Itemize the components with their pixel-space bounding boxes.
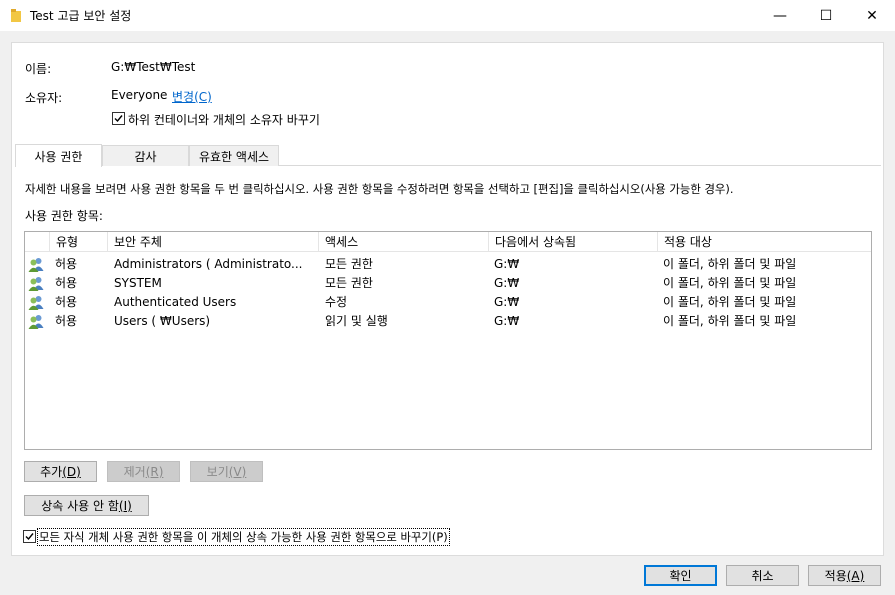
permission-entries-list[interactable]: 유형 보안 주체 액세스 다음에서 상속됨 적용 대상 허용 Administr…	[24, 231, 872, 450]
view-button-label: 보기	[206, 465, 229, 479]
disable-inheritance-label: 상속 사용 안 함	[41, 499, 119, 513]
type-cell: 허용	[55, 276, 78, 290]
replace-owner-label[interactable]: 하위 컨테이너와 개체의 소유자 바꾸기	[128, 111, 320, 128]
tab-effective-access[interactable]: 유효한 액세스	[189, 145, 279, 166]
applies-cell: 이 폴더, 하위 폴더 및 파일	[663, 257, 797, 271]
inherited-cell: G:₩	[494, 314, 520, 328]
minimize-icon: —	[773, 7, 787, 24]
ok-button-label: 확인	[669, 569, 692, 583]
maximize-icon: ☐	[819, 7, 833, 24]
principal-cell: Administrators ( Administrato...	[114, 257, 303, 271]
access-cell: 모든 권한	[325, 276, 373, 290]
principal-cell: Users ( ₩Users)	[114, 314, 211, 328]
principal-cell: SYSTEM	[114, 276, 162, 290]
replace-owner-checkbox[interactable]	[112, 112, 125, 125]
tab-label: 유효한 액세스	[198, 149, 270, 164]
minimize-button[interactable]: —	[757, 0, 803, 31]
add-button-label: 추가	[40, 465, 63, 479]
access-cell: 모든 권한	[325, 257, 373, 271]
owner-change-link[interactable]: 변경(C)	[172, 88, 212, 105]
applies-cell: 이 폴더, 하위 폴더 및 파일	[663, 314, 797, 328]
add-button[interactable]: 추가 (D)	[24, 461, 97, 482]
maximize-button[interactable]: ☐	[803, 0, 849, 31]
tab-label: 사용 권한	[34, 149, 83, 164]
apply-button[interactable]: 적용 (A)	[808, 565, 881, 586]
access-cell: 수정	[325, 295, 348, 309]
users-icon	[28, 277, 44, 291]
disable-inheritance-key: (I)	[118, 498, 132, 513]
name-label: 이름:	[25, 62, 52, 76]
users-icon	[28, 296, 44, 310]
apply-button-key: (A)	[846, 568, 865, 583]
column-header-principal[interactable]: 보안 주체	[107, 232, 318, 252]
checkmark-icon	[114, 115, 123, 123]
column-header-inherited-from[interactable]: 다음에서 상속됨	[488, 232, 657, 252]
replace-child-permissions-checkbox[interactable]	[23, 530, 36, 543]
name-value: G:₩Test₩Test	[111, 60, 196, 74]
close-icon: ✕	[866, 7, 878, 24]
remove-button[interactable]: 제거 (R)	[107, 461, 180, 482]
users-icon	[28, 315, 44, 329]
column-header-applies-to[interactable]: 적용 대상	[657, 232, 871, 252]
instructions-text: 자세한 내용을 보려면 사용 권한 항목을 두 번 클릭하십시오. 사용 권한 …	[25, 182, 734, 196]
add-button-key: (D)	[62, 464, 81, 479]
type-cell: 허용	[55, 257, 78, 271]
cancel-button[interactable]: 취소	[726, 565, 799, 586]
tab-auditing[interactable]: 감사	[102, 145, 189, 166]
tab-permissions[interactable]: 사용 권한	[15, 144, 102, 167]
folder-icon	[11, 9, 21, 22]
inherited-cell: G:₩	[494, 276, 520, 290]
users-icon	[28, 258, 44, 272]
content-panel: 이름: G:₩Test₩Test 소유자: Everyone 변경(C) 하위 …	[11, 42, 884, 556]
access-cell: 읽기 및 실행	[325, 314, 388, 328]
inherited-cell: G:₩	[494, 257, 520, 271]
remove-button-label: 제거	[123, 465, 146, 479]
cancel-button-label: 취소	[751, 569, 774, 583]
ok-button[interactable]: 확인	[644, 565, 717, 586]
apply-button-label: 적용	[824, 569, 847, 583]
inherited-cell: G:₩	[494, 295, 520, 309]
table-row[interactable]: 허용 Administrators ( Administrato... 모든 권…	[25, 255, 871, 274]
column-header-access[interactable]: 액세스	[318, 232, 488, 252]
owner-label: 소유자:	[25, 91, 63, 105]
type-cell: 허용	[55, 295, 78, 309]
applies-cell: 이 폴더, 하위 폴더 및 파일	[663, 295, 797, 309]
title-bar[interactable]: Test 고급 보안 설정 — ☐ ✕	[0, 0, 895, 31]
view-button-key: (V)	[228, 464, 247, 479]
window-title: Test 고급 보안 설정	[30, 9, 132, 23]
checkmark-icon	[25, 533, 34, 541]
view-button[interactable]: 보기 (V)	[190, 461, 263, 482]
tab-label: 감사	[134, 149, 157, 164]
table-row[interactable]: 허용 Users ( ₩Users) 읽기 및 실행 G:₩ 이 폴더, 하위 …	[25, 312, 871, 331]
principal-cell: Authenticated Users	[114, 295, 237, 309]
replace-child-permissions-label[interactable]: 모든 자식 개체 사용 권한 항목을 이 개체의 상속 가능한 사용 권한 항목…	[37, 528, 450, 546]
table-row[interactable]: 허용 Authenticated Users 수정 G:₩ 이 폴더, 하위 폴…	[25, 293, 871, 312]
remove-button-key: (R)	[145, 464, 164, 479]
applies-cell: 이 폴더, 하위 폴더 및 파일	[663, 276, 797, 290]
list-header: 유형 보안 주체 액세스 다음에서 상속됨 적용 대상	[25, 232, 871, 252]
table-row[interactable]: 허용 SYSTEM 모든 권한 G:₩ 이 폴더, 하위 폴더 및 파일	[25, 274, 871, 293]
owner-value: Everyone	[111, 88, 168, 102]
entries-label: 사용 권한 항목:	[25, 209, 103, 223]
close-button[interactable]: ✕	[849, 0, 895, 31]
disable-inheritance-button[interactable]: 상속 사용 안 함 (I)	[24, 495, 149, 516]
type-cell: 허용	[55, 314, 78, 328]
column-header-type[interactable]: 유형	[49, 232, 107, 252]
